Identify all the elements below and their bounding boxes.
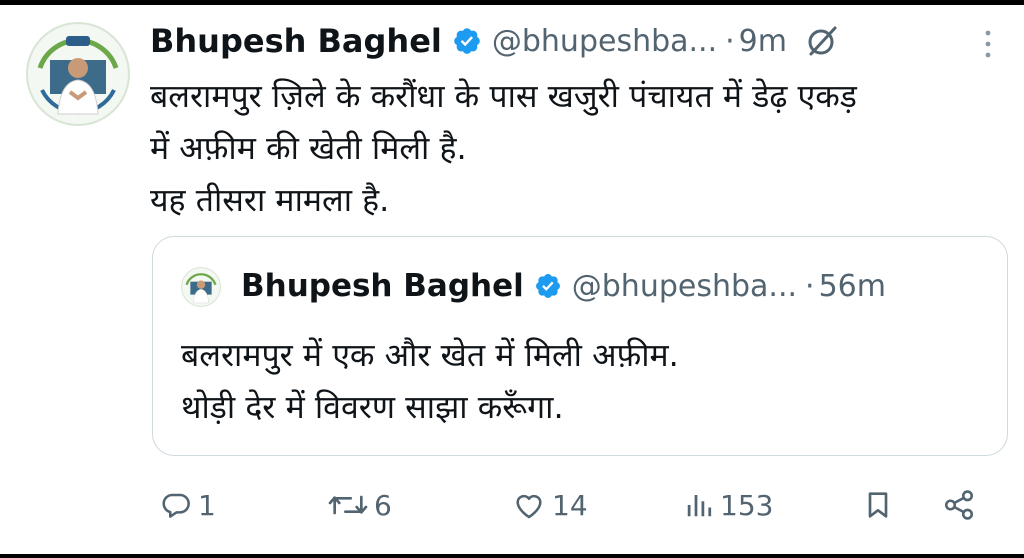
quoted-tweet-card[interactable]: Bhupesh Baghel @bhupeshba... · 56m बलराम… — [152, 236, 1008, 456]
share-button[interactable] — [942, 480, 976, 530]
author-handle[interactable]: @bhupeshba... — [492, 24, 717, 59]
quoted-author-name: Bhupesh Baghel — [241, 268, 524, 304]
grok-icon[interactable] — [805, 24, 839, 58]
quoted-author-avatar — [181, 267, 221, 307]
share-icon — [942, 488, 976, 522]
quoted-tweet-text-line: थोड़ी देर में विवरण साझा करूँगा. — [181, 388, 564, 426]
views-button[interactable]: 153 — [684, 480, 773, 530]
views-icon — [684, 490, 714, 520]
verified-badge-icon — [534, 272, 562, 300]
bookmark-button[interactable] — [862, 480, 894, 530]
separator-dot: · — [725, 23, 735, 59]
tweet-text: बलरामपुर ज़िले के करौंधा के पास खजुरी पं… — [150, 70, 1000, 226]
quoted-tweet-header: Bhupesh Baghel @bhupeshba... · 56m — [241, 263, 886, 309]
like-icon — [512, 488, 546, 522]
tweet-timestamp[interactable]: 9m — [739, 24, 787, 59]
tweet-text-line: में अफ़ीम की खेती मिली है. — [150, 129, 467, 167]
like-count: 14 — [552, 488, 588, 522]
tweet-text-line: बलरामपुर ज़िले के करौंधा के पास खजुरी पं… — [150, 77, 857, 115]
reply-button[interactable]: 1 — [160, 480, 216, 530]
bottom-edge-strip — [0, 554, 1024, 558]
tweet-text-line: यह तीसरा मामला है. — [150, 181, 390, 219]
separator-dot: · — [805, 268, 815, 304]
quoted-tweet-text-line: बलरामपुर में एक और खेत में मिली अफ़ीम. — [181, 336, 679, 374]
verified-badge-icon — [452, 26, 482, 56]
quoted-author-handle: @bhupeshba... — [571, 268, 798, 304]
quoted-tweet-timestamp: 56m — [818, 268, 886, 304]
author-avatar[interactable] — [26, 22, 130, 126]
repost-icon — [328, 489, 368, 521]
top-edge-strip — [0, 0, 1024, 5]
like-button[interactable]: 14 — [512, 480, 588, 530]
bookmark-icon — [862, 489, 894, 521]
more-icon[interactable] — [980, 28, 996, 60]
repost-button[interactable]: 6 — [328, 480, 392, 530]
author-name[interactable]: Bhupesh Baghel — [150, 22, 442, 60]
repost-count: 6 — [374, 488, 392, 522]
tweet-action-bar: 1 6 14 153 — [150, 480, 990, 530]
reply-icon — [160, 489, 192, 521]
view-count: 153 — [720, 488, 774, 522]
reply-count: 1 — [198, 488, 216, 522]
quoted-tweet-text: बलरामपुर में एक और खेत में मिली अफ़ीम. थ… — [181, 329, 981, 433]
tweet-header: Bhupesh Baghel @bhupeshba... · 9m — [150, 18, 839, 64]
